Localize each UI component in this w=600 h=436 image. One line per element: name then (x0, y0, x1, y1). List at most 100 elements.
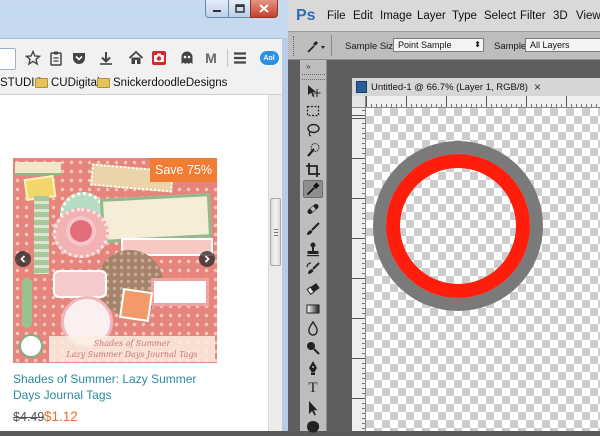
gmail-icon[interactable]: M (203, 50, 219, 66)
ring-artwork (373, 141, 543, 311)
bookmark-cudigitals[interactable]: CUDigitals (35, 77, 105, 89)
document-icon (356, 81, 367, 93)
crop-tool-icon[interactable] (303, 161, 323, 179)
eraser-tool-icon[interactable] (303, 280, 323, 298)
folder-icon (35, 78, 48, 88)
carousel-next-button[interactable] (199, 251, 215, 267)
lasso-tool-icon[interactable] (303, 121, 323, 139)
menu-filter[interactable]: Filter (520, 10, 546, 22)
clone-stamp-tool-icon[interactable] (303, 240, 323, 258)
history-brush-tool-icon[interactable] (303, 260, 323, 278)
product-title-link[interactable]: Shades of Summer: Lazy Summer Days Journ… (13, 371, 198, 403)
bookmark-snickerdoodledesigns[interactable]: SnickerdoodleDesigns (97, 77, 227, 89)
brush-tool-icon[interactable] (303, 220, 323, 238)
gray-outer-ring (373, 141, 543, 311)
eyedropper-tool-icon[interactable] (303, 180, 323, 198)
toolbar-separator (227, 49, 228, 67)
pocket-icon[interactable] (71, 50, 87, 66)
folder-icon (97, 78, 110, 88)
chevron-right-icon (204, 255, 210, 263)
carousel-prev-button[interactable] (15, 251, 31, 267)
orange-tag (119, 288, 153, 322)
sample-size-value: Point Sample (398, 40, 452, 50)
pen-tool-icon[interactable] (303, 359, 323, 377)
maximize-icon (234, 4, 245, 13)
red-inner-ring (386, 154, 530, 298)
maximize-button[interactable] (228, 0, 251, 18)
ruler-origin[interactable] (352, 96, 366, 108)
menu-icon[interactable] (232, 50, 248, 66)
sample-label: Sample: (494, 41, 529, 52)
url-bar[interactable] (0, 48, 16, 70)
sample-size-dropdown[interactable]: Point Sample ⬍ (393, 38, 484, 52)
product-image[interactable]: Shades of Summer Lazy Summer Days Journa… (13, 158, 217, 363)
document-close-icon[interactable]: × (534, 80, 541, 94)
sample-value: All Layers (530, 40, 570, 50)
image-caption-line2: Lazy Summer Days Journal Tags (66, 350, 198, 359)
screenshot-camera-icon[interactable] (151, 50, 167, 66)
aol-label: Aol (263, 54, 275, 62)
chevron-left-icon (20, 255, 26, 263)
grip-line (274, 232, 278, 233)
discount-badge: Save 75% (150, 158, 217, 182)
options-grip (293, 36, 297, 56)
document-canvas[interactable] (366, 108, 600, 431)
menu-3d[interactable]: 3D (553, 10, 568, 22)
menu-layer[interactable]: Layer (417, 10, 446, 22)
spot-healing-tool-icon[interactable] (303, 200, 323, 218)
photoshop-logo: Ps (296, 7, 316, 24)
move-tool-icon[interactable] (303, 82, 323, 100)
sample-dropdown[interactable]: All Layers (525, 38, 600, 52)
close-button[interactable] (250, 0, 278, 18)
gradient-tool-icon[interactable] (303, 300, 323, 318)
type-tool-icon[interactable]: T (303, 379, 323, 397)
updown-arrow-icon: ⬍ (474, 40, 481, 49)
type-tool-glyph: T (308, 379, 318, 396)
document-tab[interactable]: Untitled-1 @ 66.7% (Layer 1, RGB/8) × (352, 78, 600, 96)
reading-list-icon[interactable] (48, 50, 64, 66)
cream-journal-tag (99, 193, 213, 243)
minimize-button[interactable] (205, 0, 229, 18)
gmail-letter: M (205, 50, 217, 66)
sale-price: $1.12 (44, 409, 78, 424)
menu-file[interactable]: File (327, 10, 346, 22)
menu-edit[interactable]: Edit (353, 10, 373, 22)
menu-select[interactable]: Select (484, 10, 516, 22)
star-icon[interactable] (25, 50, 41, 66)
grip-line (274, 229, 278, 230)
marquee-tool-icon[interactable] (303, 102, 323, 120)
custom-shape-tool-icon[interactable] (303, 418, 323, 436)
bookmark-label: SnickerdoodleDesigns (113, 77, 228, 89)
minimize-icon (213, 9, 221, 12)
home-icon[interactable] (128, 50, 144, 66)
document-title: Untitled-1 @ 66.7% (Layer 1, RGB/8) (371, 81, 528, 93)
original-price: $4.49 (13, 410, 45, 424)
vertical-ruler[interactable] (352, 108, 366, 431)
eyedropper-icon (307, 40, 325, 53)
ghostery-icon[interactable] (179, 50, 195, 66)
green-leaf-strip (22, 278, 32, 328)
bookmarks-bar: STUDIO CUDigitals SnickerdoodleDesigns (0, 72, 282, 95)
blur-tool-icon[interactable] (303, 319, 323, 337)
options-separator (331, 35, 332, 56)
grip-line (274, 235, 278, 236)
green-stripe-strip (34, 196, 49, 274)
scrollbar-thumb[interactable] (270, 198, 281, 266)
collapse-panel-icon[interactable]: » (306, 62, 310, 71)
page-scrollbar[interactable] (268, 95, 282, 431)
image-caption: Shades of Summer Lazy Summer Days Journa… (49, 336, 215, 362)
aol-icon[interactable]: Aol (259, 50, 279, 66)
path-selection-tool-icon[interactable] (303, 399, 323, 417)
close-icon (259, 4, 269, 13)
panel-grip (302, 74, 325, 80)
dodge-tool-icon[interactable] (303, 339, 323, 357)
download-icon[interactable] (98, 50, 114, 66)
menu-view[interactable]: View (576, 10, 600, 22)
horizontal-ruler[interactable] (352, 96, 600, 108)
white-framed-tag (151, 278, 209, 306)
menu-type[interactable]: Type (452, 10, 477, 22)
tool-preset-picker[interactable] (305, 37, 327, 54)
pink-rounded-tag (53, 270, 107, 298)
menu-image[interactable]: Image (380, 10, 412, 22)
quick-selection-tool-icon[interactable] (303, 141, 323, 159)
